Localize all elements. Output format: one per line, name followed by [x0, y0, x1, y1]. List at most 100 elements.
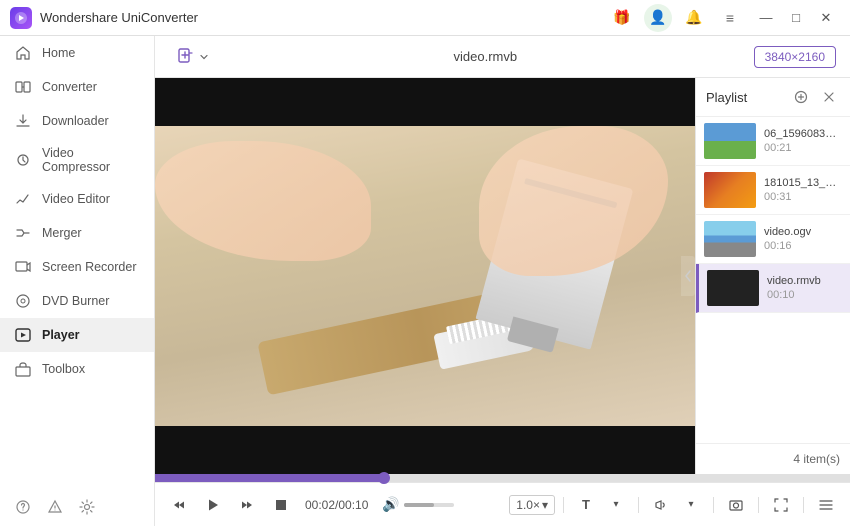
playlist-footer: 4 item(s) [696, 443, 850, 474]
playlist-actions [790, 86, 840, 108]
close-button[interactable]: ✕ [812, 8, 840, 28]
fast-forward-icon [240, 498, 254, 512]
subtitle-dropdown-button[interactable]: ▾ [602, 491, 630, 519]
playlist-item-duration-2: 00:31 [764, 191, 842, 203]
playlist-item-name-3: video.ogv [764, 226, 842, 238]
downloader-icon [14, 112, 32, 130]
playlist-item-info-3: video.ogv 00:16 [764, 226, 842, 252]
maximize-button[interactable]: □ [782, 8, 810, 28]
menu-icon[interactable]: ≡ [716, 4, 744, 32]
volume-fill [404, 503, 434, 507]
playlist-toggle-icon [819, 498, 833, 512]
sidebar-item-toolbox[interactable]: Toolbox [0, 352, 154, 386]
sidebar-item-home[interactable]: Home [0, 36, 154, 70]
playlist-item[interactable]: 06_1596083776.d... 00:21 [696, 117, 850, 166]
sidebar-label-home: Home [42, 46, 75, 60]
add-file-button[interactable] [169, 44, 217, 70]
speed-button[interactable]: 1.0× ▾ [509, 495, 555, 515]
video-letterbox-top [155, 78, 695, 126]
audio-dropdown-button[interactable]: ▾ [677, 491, 705, 519]
sidebar-item-dvd-burner[interactable]: DVD Burner [0, 284, 154, 318]
filename-label: video.rmvb [227, 49, 744, 64]
play-icon [205, 497, 221, 513]
collapse-playlist-button[interactable] [681, 256, 695, 296]
sidebar-label-recorder: Screen Recorder [42, 260, 137, 274]
fullscreen-button[interactable] [767, 491, 795, 519]
sidebar-item-video-editor[interactable]: Video Editor [0, 182, 154, 216]
divider-4 [758, 497, 759, 513]
stop-button[interactable] [267, 491, 295, 519]
video-area[interactable] [155, 78, 695, 474]
editor-icon [14, 190, 32, 208]
remove-from-playlist-icon[interactable] [818, 86, 840, 108]
content-area: video.rmvb 3840×2160 [155, 36, 850, 526]
settings-icon[interactable] [78, 498, 96, 516]
user-icon[interactable]: 👤 [644, 4, 672, 32]
video-playlist-row: Playlist 06_159 [155, 78, 850, 474]
dropdown-arrow-icon [199, 52, 209, 62]
total-time: 00:10 [338, 498, 368, 512]
playlist-items: 06_1596083776.d... 00:21 181015_13_Venic… [696, 117, 850, 443]
alert-icon[interactable] [46, 498, 64, 516]
volume-slider[interactable] [404, 503, 454, 507]
speed-dropdown-icon: ▾ [542, 498, 548, 512]
resolution-badge: 3840×2160 [754, 46, 836, 68]
sidebar-item-converter[interactable]: Converter [0, 70, 154, 104]
sidebar-label-player: Player [42, 328, 80, 342]
main-layout: Home Converter Downloader Video Compress… [0, 36, 850, 526]
subtitle-group: T ▾ [572, 491, 630, 519]
add-file-icon [177, 48, 195, 66]
progress-bar[interactable] [155, 474, 850, 482]
gift-icon[interactable]: 🎁 [608, 4, 636, 32]
playlist-item[interactable]: video.ogv 00:16 [696, 215, 850, 264]
recorder-icon [14, 258, 32, 276]
sidebar-item-video-compressor[interactable]: Video Compressor [0, 138, 154, 182]
playlist-item-info-4: video.rmvb 00:10 [767, 275, 842, 301]
title-bar: Wondershare UniConverter 🎁 👤 🔔 ≡ — □ ✕ [0, 0, 850, 36]
playlist-item-active[interactable]: video.rmvb 00:10 [696, 264, 850, 313]
controls-bar: 00:02/00:10 🔊 1.0× ▾ T ▾ [155, 482, 850, 526]
playlist-thumb-1 [704, 123, 756, 159]
sidebar-label-converter: Converter [42, 80, 97, 94]
app-logo [10, 7, 32, 29]
playlist-toggle-button[interactable] [812, 491, 840, 519]
subtitle-button[interactable]: T [572, 491, 600, 519]
snapshot-icon [729, 498, 743, 512]
collapse-icon [684, 270, 692, 282]
video-frame [155, 78, 695, 474]
snapshot-button[interactable] [722, 491, 750, 519]
notification-icon[interactable]: 🔔 [680, 4, 708, 32]
sidebar-item-downloader[interactable]: Downloader [0, 104, 154, 138]
toolbox-icon [14, 360, 32, 378]
divider-2 [638, 497, 639, 513]
title-bar-icons: 🎁 👤 🔔 ≡ [608, 4, 744, 32]
sidebar-item-screen-recorder[interactable]: Screen Recorder [0, 250, 154, 284]
sidebar-label-merger: Merger [42, 226, 82, 240]
audio-track-button[interactable] [647, 491, 675, 519]
fast-forward-button[interactable] [233, 491, 261, 519]
sidebar-label-toolbox: Toolbox [42, 362, 85, 376]
playlist-item-duration-3: 00:16 [764, 240, 842, 252]
dvd-icon [14, 292, 32, 310]
minimize-button[interactable]: — [752, 8, 780, 28]
playlist-item[interactable]: 181015_13_Venic... 00:31 [696, 166, 850, 215]
divider-3 [713, 497, 714, 513]
divider-1 [563, 497, 564, 513]
player-toolbar: video.rmvb 3840×2160 [155, 36, 850, 78]
help-icon[interactable] [14, 498, 32, 516]
time-display: 00:02/00:10 [305, 498, 368, 512]
sidebar-item-player[interactable]: Player [0, 318, 154, 352]
playlist-item-info-2: 181015_13_Venic... 00:31 [764, 177, 842, 203]
rewind-button[interactable] [165, 491, 193, 519]
play-button[interactable] [199, 491, 227, 519]
playlist-panel: Playlist 06_159 [695, 78, 850, 474]
sidebar-item-merger[interactable]: Merger [0, 216, 154, 250]
add-to-playlist-icon[interactable] [790, 86, 812, 108]
playlist-item-name-4: video.rmvb [767, 275, 842, 287]
sidebar-bottom [0, 488, 154, 526]
playlist-thumb-4 [707, 270, 759, 306]
volume-icon[interactable]: 🔊 [382, 496, 399, 513]
merger-icon [14, 224, 32, 242]
sidebar-label-editor: Video Editor [42, 192, 110, 206]
playlist-thumb-3 [704, 221, 756, 257]
